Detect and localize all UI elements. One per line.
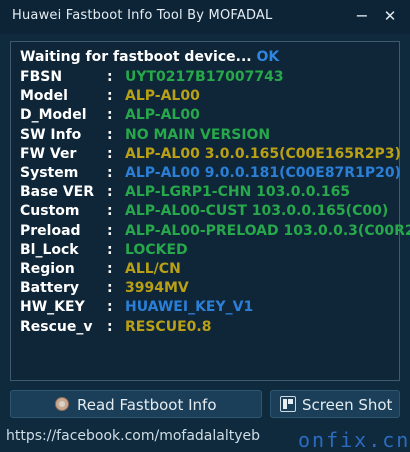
info-label: System bbox=[20, 165, 79, 181]
info-label: Bl_Lock bbox=[20, 241, 79, 258]
window-title: Huawei Fastboot Info Tool By MOFADAL bbox=[12, 8, 273, 23]
watermark: onfix.cn bbox=[298, 428, 410, 452]
info-label: HW_KEY bbox=[20, 299, 85, 316]
read-button-label: Read Fastboot Info bbox=[77, 396, 217, 414]
info-value: ALP-AL00 bbox=[125, 107, 200, 124]
info-colon: : bbox=[107, 241, 113, 258]
read-fastboot-info-button[interactable]: Read Fastboot Info bbox=[10, 390, 262, 418]
title-bar: Huawei Fastboot Info Tool By MOFADAL − ✕ bbox=[0, 0, 410, 34]
info-value: ALP-AL00-PRELOAD 103.0.0.3(C00R2) bbox=[125, 222, 410, 239]
info-label: Region bbox=[20, 261, 75, 277]
magnifier-icon bbox=[55, 397, 69, 411]
info-label: D_Model bbox=[20, 107, 87, 124]
info-label: Battery bbox=[20, 280, 80, 297]
info-colon: : bbox=[107, 165, 113, 181]
info-value: RESCUE0.8 bbox=[125, 318, 212, 335]
screen-shot-label: Screen Shot bbox=[302, 396, 393, 414]
info-label: Rescue_v bbox=[20, 318, 93, 335]
info-label: FBSN bbox=[20, 69, 63, 85]
info-panel: Waiting for fastboot device... OK FBSN: U… bbox=[10, 41, 410, 381]
screenshot-icon bbox=[280, 396, 296, 412]
status-ok: OK bbox=[256, 49, 280, 65]
info-colon: : bbox=[107, 145, 113, 162]
info-label: Preload bbox=[20, 222, 81, 239]
info-value: 3994MV bbox=[125, 280, 189, 297]
info-label: Model bbox=[20, 88, 68, 105]
info-value: ALP-LGRP1-CHN 103.0.0.165 bbox=[125, 184, 351, 201]
info-value: ALP-AL00 bbox=[125, 88, 200, 105]
info-value: ALP-AL00 9.0.0.181(C00E87R1P20) bbox=[125, 165, 401, 181]
minimize-icon[interactable]: − bbox=[352, 6, 372, 26]
info-colon: : bbox=[107, 88, 113, 105]
info-colon: : bbox=[107, 203, 113, 220]
info-colon: : bbox=[107, 299, 113, 316]
info-label: Custom bbox=[20, 203, 80, 220]
info-value: NO MAIN VERSION bbox=[125, 126, 271, 143]
info-colon: : bbox=[107, 222, 113, 239]
info-value: LOCKED bbox=[125, 241, 188, 258]
info-value: HUAWEI_KEY_V1 bbox=[125, 299, 254, 316]
info-value: ALP-AL00-CUST 103.0.0.165(C00) bbox=[125, 203, 389, 220]
close-icon[interactable]: ✕ bbox=[380, 6, 400, 26]
info-colon: : bbox=[107, 261, 113, 277]
info-value: UYT0217B17007743 bbox=[125, 69, 284, 85]
status-text: Waiting for fastboot device... bbox=[20, 49, 257, 65]
screen-shot-button[interactable]: Screen Shot bbox=[270, 390, 400, 418]
info-label: SW Info bbox=[20, 126, 82, 143]
info-colon: : bbox=[107, 184, 113, 201]
info-label: Base VER bbox=[20, 184, 94, 201]
facebook-link[interactable]: https://facebook.com/mofadalaltyeb bbox=[6, 428, 260, 444]
info-colon: : bbox=[107, 318, 113, 335]
info-label: FW Ver bbox=[20, 145, 77, 162]
status-line: Waiting for fastboot device... OK bbox=[20, 49, 279, 65]
info-colon: : bbox=[107, 69, 113, 85]
info-value: ALL/CN bbox=[125, 261, 181, 277]
info-colon: : bbox=[107, 280, 113, 297]
info-value: ALP-AL00 3.0.0.165(C00E165R2P3) bbox=[125, 145, 401, 162]
info-colon: : bbox=[107, 126, 113, 143]
info-colon: : bbox=[107, 107, 113, 124]
